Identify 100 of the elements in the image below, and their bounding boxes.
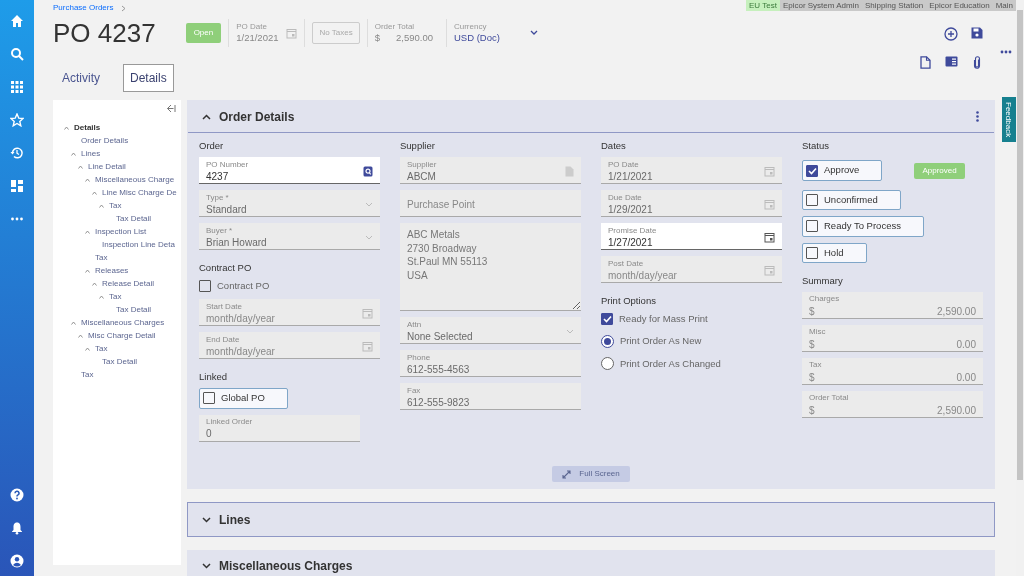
chevron-up-icon[interactable]: [202, 113, 211, 120]
grid-icon[interactable]: [10, 80, 24, 94]
text-field[interactable]: Phone 612-555-4563: [400, 350, 581, 377]
tree-item[interactable]: Tax: [109, 290, 122, 303]
caret-up-icon[interactable]: [64, 125, 69, 130]
home-icon[interactable]: [10, 14, 24, 28]
chevron-down-icon[interactable]: [529, 30, 538, 36]
breadcrumb-link[interactable]: Purchase Orders: [53, 2, 114, 14]
checkbox-control[interactable]: Hold: [802, 242, 867, 263]
tree-item[interactable]: Details: [74, 121, 101, 134]
panel-icon[interactable]: [944, 56, 958, 67]
caret-up-icon[interactable]: [85, 229, 90, 234]
tree-item[interactable]: Tax Detail: [116, 212, 152, 225]
field-input[interactable]: Brian Howard: [206, 235, 365, 249]
more-icon[interactable]: [1000, 50, 1012, 54]
tree-item[interactable]: Inspection Line Deta: [102, 238, 175, 251]
checkbox[interactable]: [806, 220, 818, 233]
tree-item[interactable]: Release Detail: [102, 277, 155, 290]
caret-up-icon[interactable]: [71, 320, 76, 325]
checkbox[interactable]: [806, 246, 818, 259]
checkbox-control[interactable]: Global PO: [199, 388, 288, 409]
full-screen-button[interactable]: Full Screen: [552, 466, 630, 482]
field-input[interactable]: 0: [206, 427, 353, 440]
environment-tag[interactable]: Epicor Education: [926, 0, 993, 11]
paperclip-icon[interactable]: [973, 56, 981, 69]
tree-item[interactable]: Tax Detail: [102, 355, 138, 368]
radio-button[interactable]: [601, 334, 614, 348]
calendar-icon[interactable]: [764, 231, 775, 243]
section-title[interactable]: Miscellaneous Charges: [219, 557, 353, 575]
tree-item[interactable]: Tax: [95, 342, 108, 355]
tree-item[interactable]: Line Detail: [88, 160, 126, 173]
text-field[interactable]: Buyer * Brian Howard: [199, 223, 380, 250]
environment-tag[interactable]: Epicor System Admin: [779, 0, 862, 11]
tree-item[interactable]: Tax: [109, 199, 122, 212]
text-field[interactable]: Linked Order 0: [199, 414, 360, 442]
field-input[interactable]: 1/21/2021: [608, 169, 764, 183]
text-field[interactable]: Promise Date 1/27/2021: [601, 223, 782, 250]
caret-up-icon[interactable]: [85, 268, 90, 273]
save-icon[interactable]: [971, 27, 983, 39]
caret-up-icon[interactable]: [92, 281, 97, 286]
scrollbar-thumb[interactable]: [1017, 10, 1023, 480]
tree-item[interactable]: Inspection List: [95, 225, 147, 238]
collapse-panel-icon[interactable]: [166, 104, 176, 113]
field-input[interactable]: month/day/year: [206, 344, 362, 358]
section-title[interactable]: Lines: [219, 510, 251, 529]
environment-tag[interactable]: Shipping Station: [861, 0, 927, 11]
text-field[interactable]: Fax 612-555-9823: [400, 383, 581, 410]
feedback-tab[interactable]: Feedback: [1002, 97, 1016, 143]
caret-up-icon[interactable]: [78, 164, 83, 169]
chevron-down-icon[interactable]: [202, 516, 211, 523]
tree-item[interactable]: Miscellaneous Charge: [95, 173, 175, 186]
kebab-menu-icon[interactable]: [976, 111, 979, 122]
field-input[interactable]: 612-555-9823: [407, 395, 574, 409]
checkbox-control[interactable]: Ready To Process: [802, 216, 924, 237]
field-input[interactable]: Purchase Point: [407, 196, 574, 212]
environment-tag[interactable]: Main: [992, 0, 1016, 11]
checkbox[interactable]: [806, 194, 818, 207]
text-field[interactable]: PO Number 4237: [199, 157, 380, 184]
chevron-down-icon[interactable]: [202, 563, 211, 569]
document-icon[interactable]: [919, 56, 931, 69]
tree-item[interactable]: Tax Detail: [116, 303, 152, 316]
field-input[interactable]: month/day/year: [608, 268, 764, 282]
tree-item[interactable]: Lines: [81, 147, 101, 160]
caret-up-icon[interactable]: [99, 294, 104, 299]
tree-item[interactable]: Tax: [81, 368, 94, 381]
field-input[interactable]: 4237: [206, 169, 363, 183]
text-field[interactable]: Type * Standard: [199, 190, 380, 217]
tree-item[interactable]: Line Misc Charge De: [102, 186, 177, 199]
help-icon[interactable]: [10, 488, 24, 502]
caret-up-icon[interactable]: [99, 203, 104, 208]
tree-item[interactable]: Tax: [95, 251, 108, 264]
caret-up-icon[interactable]: [85, 346, 90, 351]
field-input[interactable]: ABCM: [407, 169, 565, 183]
text-field[interactable]: Attn None Selected: [400, 317, 581, 344]
search-icon[interactable]: [363, 165, 373, 177]
dashboard-icon[interactable]: [10, 179, 24, 193]
caret-up-icon[interactable]: [92, 190, 97, 195]
field-input[interactable]: 612-555-4563: [407, 362, 574, 376]
add-icon[interactable]: [944, 27, 958, 41]
field-input[interactable]: 1/29/2021: [608, 202, 764, 216]
section-title[interactable]: Order Details: [219, 107, 295, 126]
checkbox[interactable]: [806, 164, 818, 177]
text-field[interactable]: Purchase Point: [400, 190, 581, 217]
bell-icon[interactable]: [10, 521, 24, 535]
caret-up-icon[interactable]: [78, 333, 83, 338]
history-icon[interactable]: [10, 146, 24, 160]
tree-item[interactable]: Order Details: [81, 134, 129, 147]
text-field[interactable]: Supplier ABCM: [400, 157, 581, 184]
user-icon[interactable]: [10, 554, 24, 568]
checkbox-control[interactable]: Approve: [802, 160, 883, 181]
star-icon[interactable]: [10, 113, 24, 127]
checkbox-control[interactable]: Unconfirmed: [802, 190, 901, 211]
field-input[interactable]: 1/27/2021: [608, 235, 764, 249]
field-input[interactable]: Standard: [206, 202, 365, 216]
field-input[interactable]: None Selected: [407, 329, 566, 343]
tree-item[interactable]: Miscellaneous Charges: [81, 316, 165, 329]
search-icon[interactable]: [10, 47, 24, 61]
tab[interactable]: Activity: [55, 64, 107, 92]
tree-item[interactable]: Misc Charge Detail: [88, 329, 156, 342]
tree-item[interactable]: Releases: [95, 264, 129, 277]
